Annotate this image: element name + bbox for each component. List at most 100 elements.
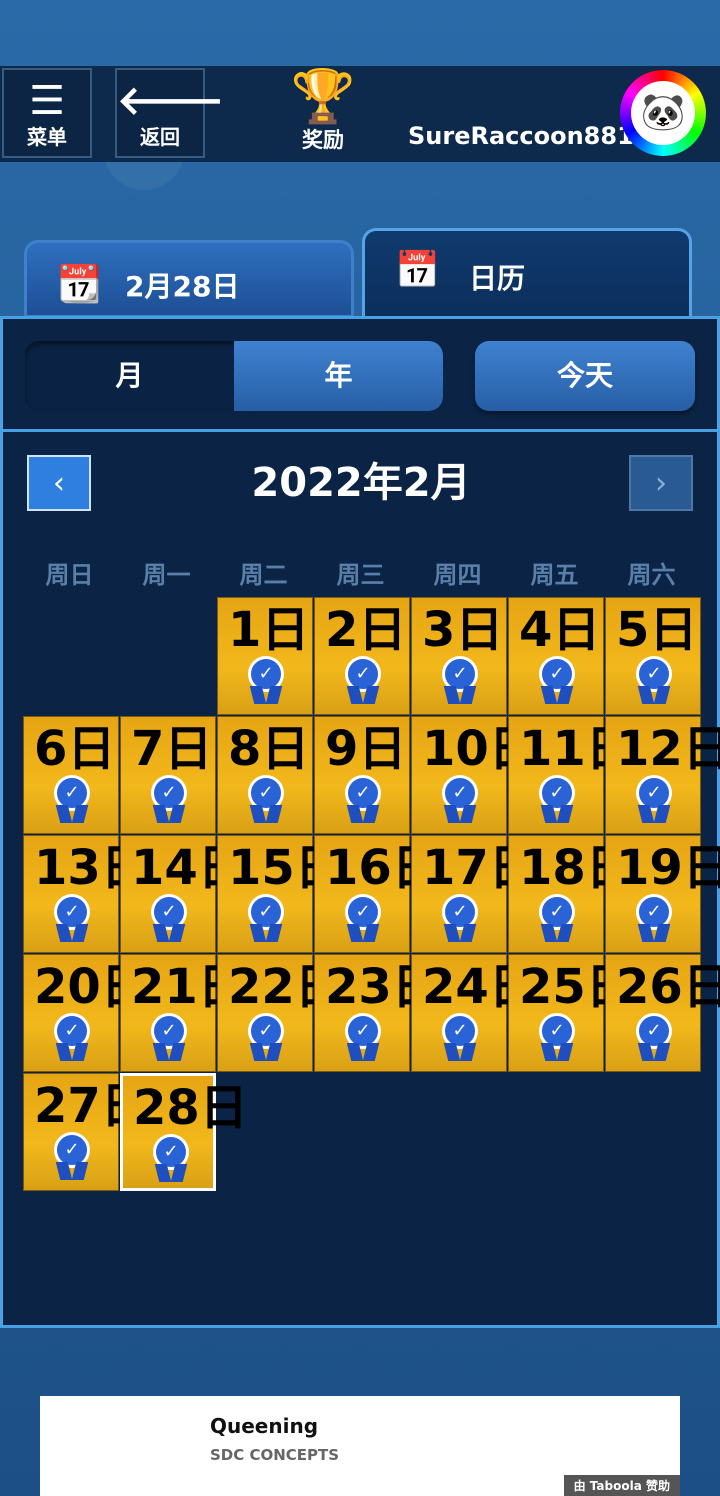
day-cell[interactable]: 7日 ✓ (120, 716, 216, 834)
calendar-panel: 月 年 今天 ‹ 2022年2月 › 周日 周一 周二 周三 周四 周五 周六 1日 ✓ 2日 ✓… (0, 316, 720, 1328)
day-cell[interactable]: 10日 ✓ (411, 716, 537, 834)
tab-calendar[interactable]: 📅 日历 (362, 228, 692, 318)
ribbon-icon (543, 924, 571, 942)
day-number: 4日 (519, 602, 601, 658)
weekday-label: 周一 (142, 561, 191, 589)
next-month-button[interactable]: › (629, 455, 693, 511)
ribbon-icon (58, 1162, 86, 1180)
chevron-right-icon: › (655, 466, 667, 501)
tab-date-label: 2月28日 (125, 270, 240, 303)
ribbon-icon (349, 1043, 377, 1061)
back-label: 返回 (140, 125, 180, 149)
day-number: 5日 (616, 602, 698, 658)
ribbon-icon (155, 924, 183, 942)
ribbon-icon (58, 805, 86, 823)
day-cell[interactable]: 27日 ✓ (23, 1073, 149, 1191)
arrow-left-icon: 🡐 (117, 78, 225, 124)
ribbon-icon (58, 924, 86, 942)
ribbon-icon (349, 924, 377, 942)
day-number: 12日 (616, 721, 720, 777)
day-number: 3日 (422, 602, 504, 658)
top-bar: ☰ 菜单 🡐 返回 🏆 奖励 SureRaccoon881 🐼 (0, 66, 720, 162)
weekday-label: 周五 (530, 561, 579, 589)
day-cell[interactable]: 18日 ✓ (508, 835, 634, 953)
ad-headline[interactable]: Queening (210, 1414, 318, 1438)
day-cell[interactable]: 21日 ✓ (120, 954, 246, 1072)
day-cell[interactable]: 17日 ✓ (411, 835, 537, 953)
divider (3, 429, 717, 432)
day-number: 8日 (228, 721, 310, 777)
day-cell[interactable]: 20日 ✓ (23, 954, 149, 1072)
day-cell[interactable]: 1日 ✓ (217, 597, 313, 715)
ribbon-icon (543, 805, 571, 823)
day-cell[interactable]: 3日 ✓ (411, 597, 507, 715)
ribbon-icon (446, 1043, 474, 1061)
weekday-label: 周二 (239, 561, 288, 589)
weekday-label: 周四 (433, 561, 482, 589)
prev-month-button[interactable]: ‹ (27, 455, 91, 511)
ad-sponsor[interactable]: 由 Taboola 赞助 (563, 1475, 680, 1496)
ribbon-icon (640, 805, 668, 823)
day-number: 28日 (133, 1080, 248, 1136)
calendar-page-icon: 📆 (57, 264, 102, 305)
menu-button[interactable]: ☰ 菜单 (2, 68, 92, 158)
panda-icon: 🐼 (631, 81, 695, 145)
avatar[interactable]: 🐼 (620, 70, 706, 156)
username[interactable]: SureRaccoon881 (408, 122, 634, 150)
weekday-label: 周日 (45, 561, 94, 589)
day-cell[interactable]: 12日 ✓ (605, 716, 720, 834)
tab-calendar-label: 日历 (469, 262, 526, 295)
ribbon-icon (155, 805, 183, 823)
ribbon-icon (58, 1043, 86, 1061)
tab-date[interactable]: 📆 2月28日 (24, 240, 354, 318)
day-number: 1日 (228, 602, 310, 658)
day-number: 9日 (325, 721, 407, 777)
ribbon-icon (640, 686, 668, 704)
day-number: 19日 (616, 840, 720, 896)
ribbon-icon (252, 805, 280, 823)
ribbon-icon (446, 686, 474, 704)
ribbon-icon (349, 805, 377, 823)
segment-year[interactable]: 年 (234, 341, 443, 411)
ribbon-icon (155, 1043, 183, 1061)
day-cell[interactable]: 25日 ✓ (508, 954, 634, 1072)
month-title: 2022年2月 (251, 460, 471, 506)
day-number: 6日 (34, 721, 116, 777)
day-cell[interactable]: 26日 ✓ (605, 954, 720, 1072)
day-cell[interactable]: 22日 ✓ (217, 954, 343, 1072)
reward-button[interactable]: 🏆 奖励 (270, 66, 376, 162)
segment-month[interactable]: 月 (25, 341, 234, 411)
day-cell[interactable]: 4日 ✓ (508, 597, 604, 715)
ribbon-icon (640, 924, 668, 942)
day-cell[interactable]: 15日 ✓ (217, 835, 343, 953)
ad-source: SDC CONCEPTS (210, 1446, 340, 1464)
ad-banner[interactable]: Queening SDC CONCEPTS 由 Taboola 赞助 (40, 1396, 680, 1496)
day-number: 2日 (325, 602, 407, 658)
day-cell[interactable]: 13日 ✓ (23, 835, 149, 953)
day-cell[interactable]: 23日 ✓ (314, 954, 440, 1072)
day-cell[interactable]: 2日 ✓ (314, 597, 410, 715)
day-number: 26日 (616, 959, 720, 1015)
day-cell[interactable]: 24日 ✓ (411, 954, 537, 1072)
view-segment-control: 月 年 (25, 341, 443, 411)
day-cell[interactable]: 9日 ✓ (314, 716, 410, 834)
day-cell[interactable]: 6日 ✓ (23, 716, 119, 834)
back-button[interactable]: 🡐 返回 (115, 68, 225, 158)
ribbon-icon (446, 805, 474, 823)
trophy-icon: 🏆 (290, 67, 356, 127)
ribbon-icon (157, 1164, 185, 1182)
day-cell[interactable]: 11日 ✓ (508, 716, 634, 834)
chevron-left-icon: ‹ (53, 466, 65, 501)
day-cell[interactable]: 8日 ✓ (217, 716, 313, 834)
day-cell[interactable]: 28日 ✓ (120, 1073, 248, 1191)
today-button[interactable]: 今天 (475, 341, 695, 411)
ribbon-icon (252, 686, 280, 704)
day-cell[interactable]: 19日 ✓ (605, 835, 720, 953)
day-cell[interactable]: 16日 ✓ (314, 835, 440, 953)
weekday-label: 周三 (336, 561, 385, 589)
weekday-label: 周六 (627, 561, 676, 589)
day-cell[interactable]: 5日 ✓ (605, 597, 701, 715)
ribbon-icon (252, 924, 280, 942)
day-cell[interactable]: 14日 ✓ (120, 835, 246, 953)
ribbon-icon (349, 686, 377, 704)
